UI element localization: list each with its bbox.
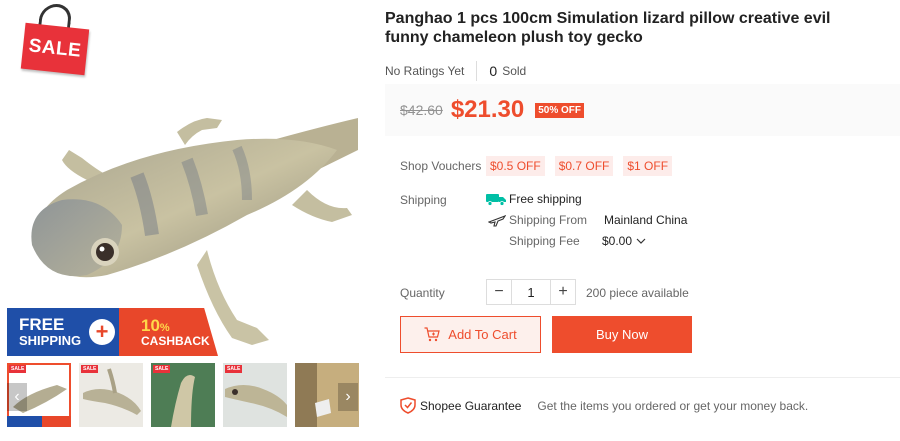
cart-icon <box>424 327 441 342</box>
shipping-from-label: Shipping From <box>509 213 588 227</box>
promo-plus-icon: + <box>89 319 115 345</box>
guarantee-title: Shopee Guarantee <box>420 398 522 413</box>
chevron-right-icon[interactable]: › <box>338 383 358 411</box>
sold-label: Sold <box>502 64 527 78</box>
original-price: $42.60 <box>400 102 443 118</box>
cashback-percent-sign: % <box>159 321 170 334</box>
guarantee-text: Get the items you ordered or get your mo… <box>537 398 809 413</box>
ratings-text[interactable]: No Ratings Yet <box>385 64 464 78</box>
free-shipping-row: Free shipping <box>486 192 582 206</box>
voucher-chip[interactable]: $0.5 OFF <box>486 156 545 176</box>
product-gallery: SALE FREE SHIPPING + 10% CASHBACK SALE S… <box>0 0 365 441</box>
ratings-row: No Ratings Yet 0 Sold <box>385 61 526 81</box>
chevron-left-icon[interactable]: ‹ <box>7 383 27 411</box>
sale-bag-badge: SALE <box>20 4 91 76</box>
shopee-guarantee[interactable]: Shopee Guarantee Get the items you order… <box>400 397 808 414</box>
sale-tag-label: SALE <box>27 35 83 62</box>
promo-banner: FREE SHIPPING + 10% CASHBACK <box>7 308 218 356</box>
airplane-icon <box>488 215 506 227</box>
free-shipping-text: Free shipping <box>509 192 582 206</box>
cashback-label: CASHBACK <box>141 333 210 348</box>
vouchers-label: Shop Vouchers <box>400 159 482 173</box>
product-title: Panghao 1 pcs 100cm Simulation lizard pi… <box>385 10 831 46</box>
thumbnail-sale-badge: SALE <box>153 365 171 373</box>
cashback-block: 10% CASHBACK <box>119 308 218 356</box>
thumbnail-2[interactable]: SALE <box>79 363 143 427</box>
add-to-cart-button[interactable]: Add To Cart <box>400 316 541 353</box>
voucher-chip[interactable]: $1 OFF <box>623 156 673 176</box>
cashback-percent: 10% <box>141 315 218 335</box>
thumbnail-promo-banner <box>7 416 71 427</box>
price-box: $42.60 $21.30 50% OFF <box>385 84 900 136</box>
discount-badge: 50% OFF <box>535 102 585 118</box>
thumbnail-sale-badge: SALE <box>225 365 243 373</box>
thumbnail-sale-badge: SALE <box>9 365 27 373</box>
main-product-image[interactable]: SALE <box>7 0 358 356</box>
buy-now-button[interactable]: Buy Now <box>552 316 692 353</box>
thumbnail-4[interactable]: SALE <box>223 363 287 427</box>
add-to-cart-label: Add To Cart <box>448 327 517 342</box>
thumbnail-sale-badge: SALE <box>81 365 99 373</box>
shipping-from-row: Shipping From Mainland China <box>488 213 687 227</box>
shield-icon <box>400 397 416 414</box>
current-price: $21.30 <box>450 96 525 123</box>
quantity-stepper: − 1 + <box>486 279 576 305</box>
shipping-label: Shipping <box>400 193 447 207</box>
stock-available: 200 piece available <box>586 286 689 300</box>
chevron-down-icon[interactable] <box>636 238 646 244</box>
quantity-input[interactable]: 1 <box>512 279 550 305</box>
shipping-fee-value: $0.00 <box>602 234 633 248</box>
quantity-label: Quantity <box>400 286 445 300</box>
shipping-fee-row[interactable]: Shipping Fee $0.00 <box>509 234 646 248</box>
section-divider <box>385 377 900 378</box>
thumbnail-strip: SALE SALE SALE SALE <box>7 363 359 428</box>
voucher-chip[interactable]: $0.7 OFF <box>554 156 614 176</box>
sold-count: 0 <box>489 63 498 79</box>
voucher-list: $0.5 OFF $0.7 OFF $1 OFF <box>486 156 673 176</box>
cashback-percent-value: 10 <box>141 315 160 335</box>
sale-tag: SALE <box>20 22 90 76</box>
quantity-decrease-button[interactable]: − <box>486 279 512 305</box>
quantity-increase-button[interactable]: + <box>550 279 576 305</box>
shipping-from-value: Mainland China <box>604 213 688 227</box>
free-shipping-truck-icon <box>486 194 506 206</box>
thumbnail-3[interactable]: SALE <box>151 363 215 427</box>
shipping-fee-label: Shipping Fee <box>509 234 580 248</box>
ratings-divider <box>476 61 478 81</box>
